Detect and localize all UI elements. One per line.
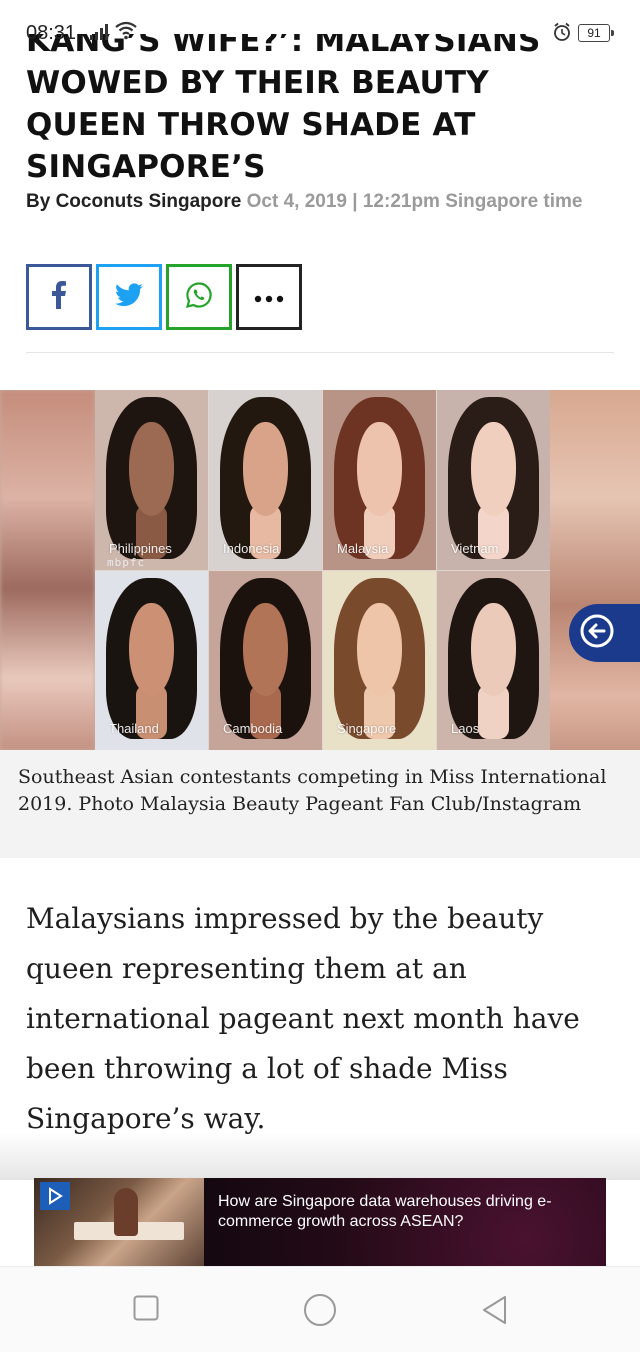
- contestant-photo: Singapore: [323, 570, 436, 750]
- ad-text: How are Singapore data warehouses drivin…: [218, 1193, 552, 1230]
- content-fade: [0, 1132, 640, 1180]
- contestant-label: Cambodia: [223, 721, 283, 736]
- contestant-label: Malaysia: [337, 540, 389, 556]
- divider: [26, 352, 614, 353]
- ad-banner[interactable]: How are Singapore data warehouses drivin…: [34, 1178, 606, 1266]
- article-paragraph: Malaysians impressed by the beauty queen…: [26, 902, 580, 1135]
- contestant-label: Thailand: [109, 721, 159, 736]
- contestant-photo: Vietnam: [437, 390, 550, 570]
- twitter-share-button[interactable]: [96, 264, 162, 330]
- contestant-photo: Thailand: [95, 570, 208, 750]
- share-bar: [26, 264, 302, 330]
- facebook-share-button[interactable]: [26, 264, 92, 330]
- system-nav-bar: [0, 1266, 640, 1352]
- alarm-icon: [552, 22, 572, 46]
- arrow-left-circle-icon: [579, 613, 615, 653]
- contestant-photo: Malaysia: [323, 390, 436, 570]
- image-watermark: mbpfc: [107, 556, 146, 569]
- contestant-photo: Indonesia: [209, 390, 322, 570]
- image-blur-left: [0, 390, 95, 750]
- image-caption: Southeast Asian contestants competing in…: [0, 750, 640, 858]
- contestant-label: Vietnam: [451, 540, 499, 556]
- facebook-icon: [51, 281, 67, 313]
- back-to-list-button[interactable]: [569, 604, 640, 662]
- signal-icon: [90, 24, 110, 44]
- author-link[interactable]: By Coconuts Singapore: [26, 191, 241, 212]
- status-bar: 08:31 91: [0, 0, 640, 46]
- publish-date: Oct 4, 2019 | 12:21pm Singapore time: [246, 191, 583, 212]
- article-image[interactable]: Philippines Indonesia Malaysia Vietnam T…: [0, 390, 640, 750]
- status-time: 08:31: [26, 22, 77, 44]
- headline-text: WOWED BY THEIR BEAUTY QUEEN THROW SHADE …: [26, 65, 489, 185]
- home-button[interactable]: [303, 1293, 337, 1331]
- contestant-label: Indonesia: [223, 540, 280, 556]
- contestant-grid: Philippines Indonesia Malaysia Vietnam T…: [95, 390, 550, 750]
- wifi-icon: [114, 20, 138, 44]
- contestant-label: Singapore: [337, 721, 397, 736]
- battery-indicator: 91: [578, 24, 614, 42]
- contestant-label: Laos: [451, 721, 480, 736]
- contestant-photo: Laos: [437, 570, 550, 750]
- contestant-photo: Philippines: [95, 390, 208, 570]
- image-blur-right: [548, 390, 640, 750]
- twitter-icon: [115, 283, 143, 311]
- recent-apps-button[interactable]: [133, 1295, 159, 1325]
- article-headline: KANG’S WIFE?’: MALAYSIANS WOWED BY THEIR…: [26, 34, 616, 188]
- more-icon: [254, 288, 284, 307]
- contestant-label: Philippines: [109, 540, 172, 556]
- back-button[interactable]: [481, 1295, 507, 1329]
- whatsapp-icon: [185, 281, 213, 313]
- contestant-photo: Cambodia: [209, 570, 322, 750]
- byline: By Coconuts Singapore Oct 4, 2019 | 12:2…: [26, 188, 616, 216]
- more-share-button[interactable]: [236, 264, 302, 330]
- whatsapp-share-button[interactable]: [166, 264, 232, 330]
- ad-logo-icon: [40, 1182, 70, 1210]
